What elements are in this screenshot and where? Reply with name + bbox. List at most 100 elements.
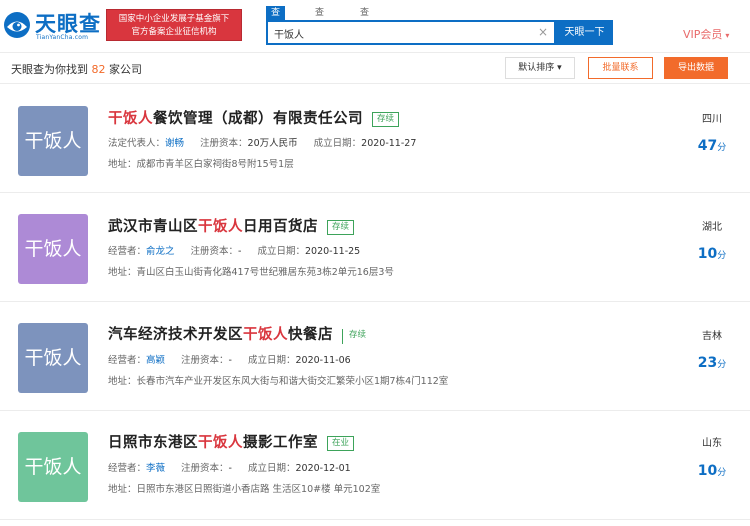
result-count: 天眼查为你找到 82 家公司	[11, 61, 142, 77]
operator-link[interactable]: 高颖	[146, 355, 165, 366]
company-avatar[interactable]: 干饭人	[18, 432, 88, 502]
company-name[interactable]: 干饭人餐饮管理（成都）有限责任公司 存续	[108, 107, 400, 128]
score-value: 47	[697, 138, 718, 154]
company-score: 47分	[690, 135, 734, 154]
region-label: 湖北	[702, 222, 722, 233]
search-button[interactable]: 天眼一下	[556, 20, 613, 45]
capital-value: -	[228, 463, 232, 474]
company-name-suffix: 快餐店	[288, 327, 333, 343]
score-value: 23	[697, 355, 718, 371]
company-name-suffix: 日用百货店	[243, 219, 318, 235]
results-toolbar: 天眼查为你找到 82 家公司 默认排序 ▾ 批量联系 导出数据	[0, 52, 750, 84]
tab-relation[interactable]: 查关系	[355, 6, 374, 46]
score-unit: 分	[717, 468, 727, 478]
company-name-prefix: 日照市东港区	[108, 435, 198, 451]
company-info-line: 经营者：李薇 注册资本：- 成立日期：2020-12-01	[108, 460, 351, 474]
company-name-suffix: 摄影工作室	[243, 435, 318, 451]
score-unit: 分	[717, 251, 727, 261]
founded-date: 2020-11-27	[361, 138, 417, 149]
company-name-keyword: 干饭人	[198, 435, 243, 451]
company-name-prefix: 武汉市青山区	[108, 219, 198, 235]
founded-date: 2020-11-25	[305, 246, 361, 257]
eye-logo-icon	[4, 12, 30, 38]
legal-rep-label: 法定代表人：	[108, 138, 166, 149]
region-label: 四川	[702, 114, 722, 125]
status-badge: 存续	[342, 329, 370, 344]
sort-dropdown[interactable]: 默认排序 ▾	[505, 57, 575, 79]
result-card[interactable]: 干饭人 日照市东港区干饭人摄影工作室 在业 经营者：李薇 注册资本：- 成立日期：20…	[0, 412, 750, 520]
company-address-line: 地址：日照市东港区日照街道小香店路 生活区10#楼 单元102室	[108, 481, 380, 495]
banner-line1: 国家中小企业发展子基金旗下	[118, 14, 230, 24]
search-input-value: 干饭人	[274, 30, 304, 41]
company-score: 10分	[690, 243, 734, 262]
result-count-number: 82	[91, 63, 106, 76]
status-badge: 存续	[372, 112, 400, 127]
company-score: 23分	[690, 352, 734, 371]
tab-boss[interactable]: 查老板	[310, 6, 329, 46]
clear-icon[interactable]: ×	[538, 25, 548, 39]
official-banner[interactable]: 国家中小企业发展子基金旗下 官方备案企业征信机构	[106, 9, 242, 41]
company-avatar[interactable]: 干饭人	[18, 106, 88, 176]
address-value: 长春市汽车产业开发区东风大街与和谐大街交汇繁荣小区1期7栋4门112室	[136, 376, 449, 387]
address-label: 地址：	[108, 376, 137, 387]
company-name-suffix: 餐饮管理（成都）有限责任公司	[153, 111, 363, 127]
vip-menu[interactable]: VIP会员 ▾	[683, 26, 729, 42]
company-score: 10分	[690, 460, 734, 479]
banner-line2: 官方备案企业征信机构	[131, 27, 217, 37]
search-input[interactable]: 干饭人 ×	[266, 20, 556, 45]
company-name-keyword: 干饭人	[243, 327, 288, 343]
result-card[interactable]: 干饭人 汽车经济技术开发区干饭人快餐店 存续 经营者：高颖 注册资本：- 成立日期：2…	[0, 303, 750, 411]
score-unit: 分	[717, 360, 727, 370]
capital-label: 注册资本：	[200, 138, 248, 149]
company-name[interactable]: 武汉市青山区干饭人日用百货店 存续	[108, 215, 355, 236]
operator-label: 经营者：	[108, 246, 147, 257]
operator-label: 经营者：	[108, 355, 147, 366]
company-name-prefix: 汽车经济技术开发区	[108, 327, 243, 343]
region-label: 吉林	[702, 331, 722, 342]
founded-label: 成立日期：	[247, 355, 296, 366]
company-address-line: 地址：青山区白玉山街青化路417号世纪雅居东苑3栋2单元16层3号	[108, 264, 394, 278]
result-count-prefix: 天眼查为你找到	[11, 63, 88, 76]
capital-value: -	[238, 246, 242, 257]
export-data-button[interactable]: 导出数据	[664, 57, 728, 79]
company-name[interactable]: 日照市东港区干饭人摄影工作室 在业	[108, 431, 355, 452]
operator-link[interactable]: 俞龙之	[146, 246, 175, 257]
founded-label: 成立日期：	[257, 246, 305, 257]
founded-date: 2020-12-01	[295, 463, 351, 474]
founded-label: 成立日期：	[313, 138, 362, 149]
address-label: 地址：	[108, 484, 137, 495]
result-card[interactable]: 干饭人 干饭人餐饮管理（成都）有限责任公司 存续 法定代表人：谢畅 注册资本：20万…	[0, 85, 750, 193]
address-label: 地址：	[108, 159, 137, 170]
address-label: 地址：	[108, 267, 137, 278]
company-avatar[interactable]: 干饭人	[18, 214, 88, 284]
capital-value: 20万人民币	[247, 138, 298, 149]
batch-contact-button[interactable]: 批量联系	[588, 57, 653, 79]
company-info-line: 经营者：俞龙之 注册资本：- 成立日期：2020-11-25	[108, 243, 360, 257]
company-name-keyword: 干饭人	[198, 219, 243, 235]
site-logo[interactable]: 天眼查 TianYanCha.com	[2, 6, 102, 46]
score-value: 10	[697, 463, 718, 479]
capital-label: 注册资本：	[181, 355, 229, 366]
legal-rep-link[interactable]: 谢畅	[165, 138, 184, 149]
result-card[interactable]: 干饭人 武汉市青山区干饭人日用百货店 存续 经营者：俞龙之 注册资本：- 成立日期：2…	[0, 194, 750, 302]
score-unit: 分	[717, 143, 727, 153]
address-value: 日照市东港区日照街道小香店路 生活区10#楼 单元102室	[136, 484, 381, 495]
company-avatar[interactable]: 干饭人	[18, 323, 88, 393]
chevron-down-icon: ▾	[725, 31, 730, 40]
address-value: 青山区白玉山街青化路417号世纪雅居东苑3栋2单元16层3号	[136, 267, 394, 278]
result-count-suffix: 家公司	[109, 63, 142, 76]
company-info-line: 法定代表人：谢畅 注册资本：20万人民币 成立日期：2020-11-27	[108, 135, 416, 149]
region-label: 山东	[702, 438, 722, 449]
tab-company[interactable]: 查公司	[266, 6, 286, 46]
capital-value: -	[228, 355, 232, 366]
founded-label: 成立日期：	[247, 463, 296, 474]
status-badge: 存续	[327, 220, 355, 235]
address-value: 成都市青羊区白家祠街8号附15号1层	[136, 159, 294, 170]
status-badge: 在业	[327, 436, 355, 451]
score-value: 10	[697, 246, 718, 262]
vip-label: VIP会员	[683, 28, 723, 41]
operator-link[interactable]: 李薇	[146, 463, 165, 474]
company-name[interactable]: 汽车经济技术开发区干饭人快餐店 存续	[108, 323, 370, 344]
capital-label: 注册资本：	[190, 246, 239, 257]
company-address-line: 地址：成都市青羊区白家祠街8号附15号1层	[108, 156, 294, 170]
